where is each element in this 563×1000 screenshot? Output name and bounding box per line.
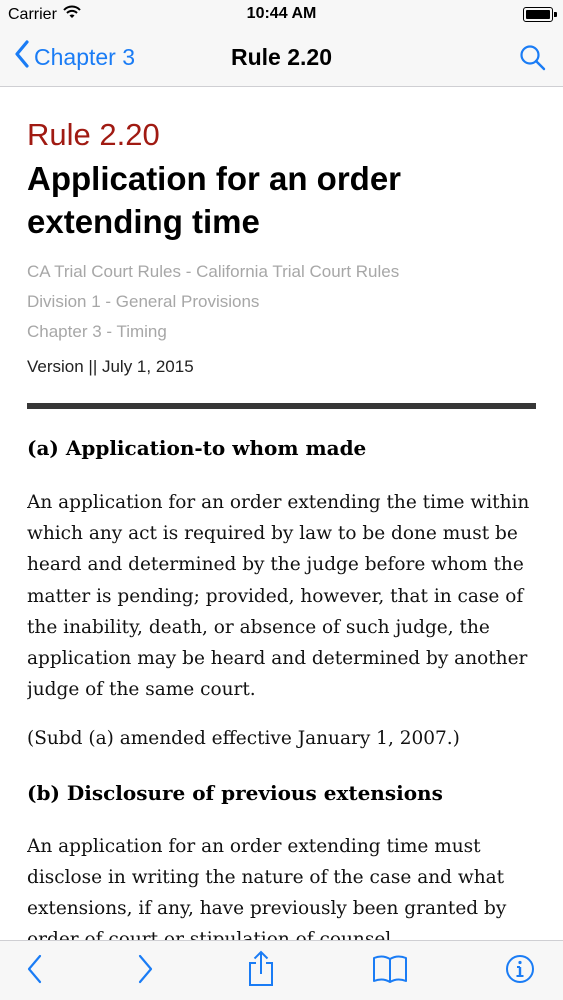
rule-number: Rule 2.20 (27, 117, 160, 152)
share-icon (245, 950, 277, 993)
navigation-bar: Chapter 3 Rule 2.20 (0, 30, 563, 87)
forward-arrow-icon (136, 953, 156, 990)
status-bar: Carrier 10:44 AM (0, 0, 563, 30)
status-time: 10:44 AM (246, 5, 317, 22)
section-heading-b: (b) Disclosure of previous extensions (27, 780, 443, 805)
version-label: Version || July 1, 2015 (27, 357, 194, 376)
battery-level (526, 10, 550, 19)
section-a-amendment-note: (Subd (a) amended effective January 1, 2… (27, 728, 460, 750)
nav-title: Rule 2.20 (231, 44, 332, 70)
section-b-paragraph: An application for an order extending ti… (27, 835, 507, 940)
section-divider (27, 403, 536, 409)
next-button[interactable] (126, 951, 166, 991)
bottom-toolbar (0, 940, 563, 1000)
search-button[interactable] (517, 42, 549, 74)
rule-title: Application for an order extending time (27, 160, 402, 240)
breadcrumb-division[interactable]: Division 1 - General Provisions (27, 287, 537, 317)
section-heading-a: (a) Application-to whom made (27, 436, 367, 460)
back-arrow-icon (24, 953, 44, 990)
section-a-paragraph: An application for an order extending th… (27, 492, 530, 701)
info-button[interactable] (500, 951, 540, 991)
share-button[interactable] (241, 950, 281, 993)
breadcrumb-chapter[interactable]: Chapter 3 - Timing (27, 317, 537, 347)
battery-icon (523, 7, 557, 22)
previous-button[interactable] (14, 951, 54, 991)
bookmarks-icon (371, 953, 409, 990)
article-content[interactable]: Rule 2.20 Application for an order exten… (27, 88, 537, 940)
bookmarks-button[interactable] (370, 951, 410, 991)
breadcrumb-collection[interactable]: CA Trial Court Rules - California Trial … (27, 257, 537, 287)
search-icon (517, 45, 549, 78)
breadcrumb: CA Trial Court Rules - California Trial … (27, 257, 537, 347)
info-icon (504, 953, 536, 990)
